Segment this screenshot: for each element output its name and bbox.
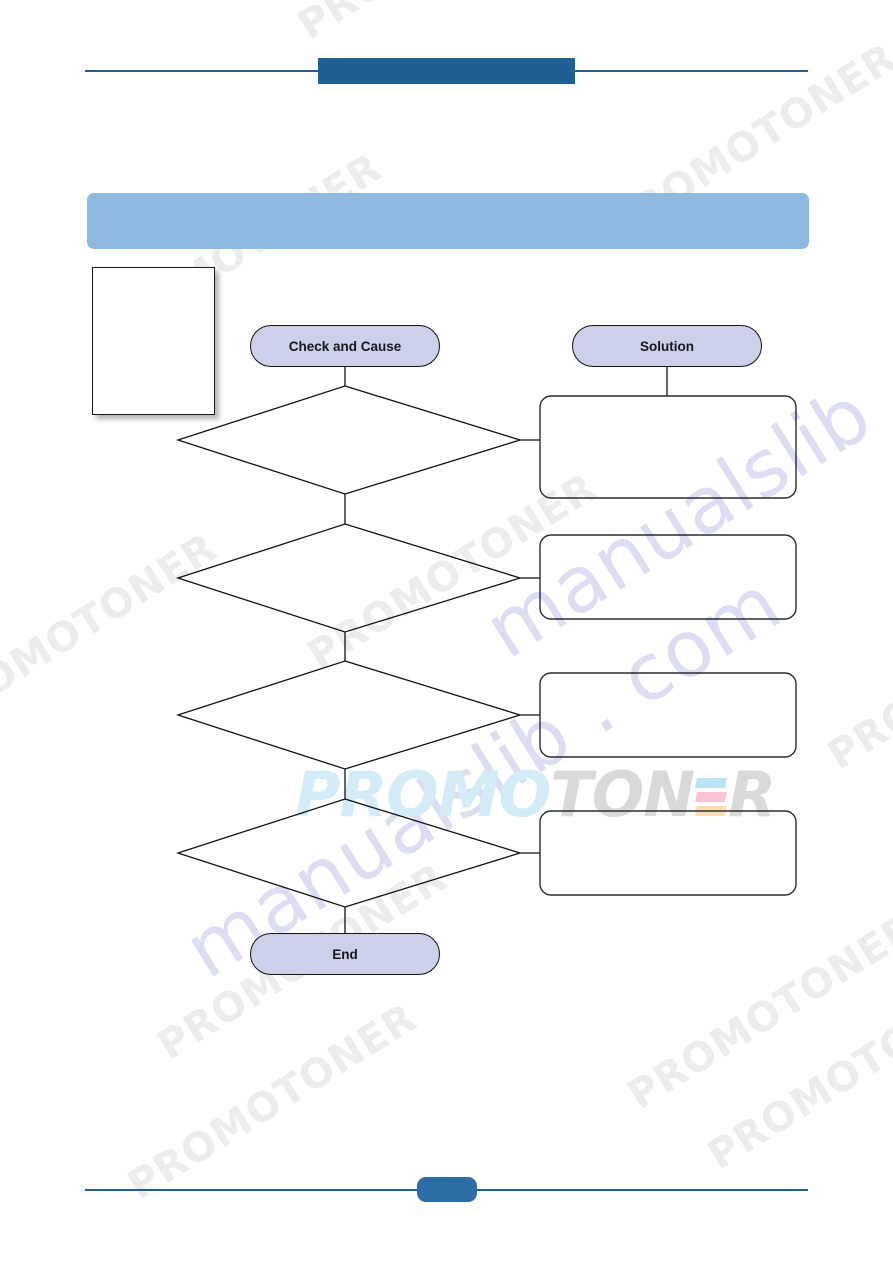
flow-node-check-and-cause: Check and Cause <box>250 325 440 367</box>
flow-node-solution: Solution <box>572 325 762 367</box>
decision-diamond-3 <box>175 660 523 770</box>
end-label: End <box>332 946 358 962</box>
decision-diamond-2 <box>175 523 523 633</box>
page-number-badge <box>417 1177 477 1202</box>
solution-box-3 <box>539 672 797 758</box>
flowchart-canvas <box>175 367 797 933</box>
decision-diamond-1 <box>175 385 523 495</box>
solution-box-4 <box>539 810 797 896</box>
decision-diamond-4 <box>175 798 523 908</box>
solution-label: Solution <box>640 338 694 354</box>
document-page: PROMOTONER PROMOTONER PROMOTONER PROMOTONER… <box>0 0 893 1263</box>
solution-box-1 <box>539 395 797 499</box>
figure-image-placeholder <box>92 267 215 415</box>
solution-box-2 <box>539 534 797 620</box>
flow-node-end: End <box>250 933 440 975</box>
check-and-cause-label: Check and Cause <box>288 338 402 354</box>
